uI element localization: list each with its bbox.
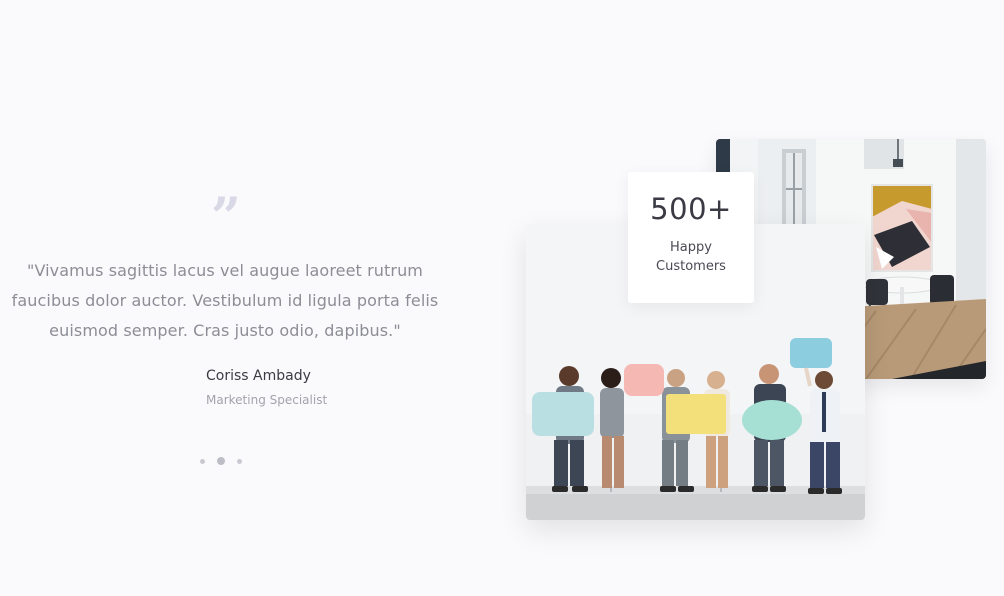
- quote-icon: ”: [211, 187, 241, 248]
- carousel-dot-2[interactable]: [217, 457, 225, 465]
- stat-label: Happy Customers: [656, 240, 726, 274]
- stat-number: 500+: [650, 192, 732, 226]
- happy-customers-card: 500+ Happy Customers: [628, 172, 754, 303]
- carousel-dot-3[interactable]: [237, 458, 242, 464]
- carousel-dot-1[interactable]: [200, 458, 205, 464]
- author-name: Coriss Ambady: [206, 368, 311, 384]
- testimonial-quote: "Vivamus sagittis lacus vel augue laoree…: [11, 261, 439, 340]
- author-role: Marketing Specialist: [206, 393, 328, 407]
- testimonial-section: ” "Vivamus sagittis lacus vel augue laor…: [0, 0, 1004, 596]
- carousel-pagination: [200, 455, 242, 467]
